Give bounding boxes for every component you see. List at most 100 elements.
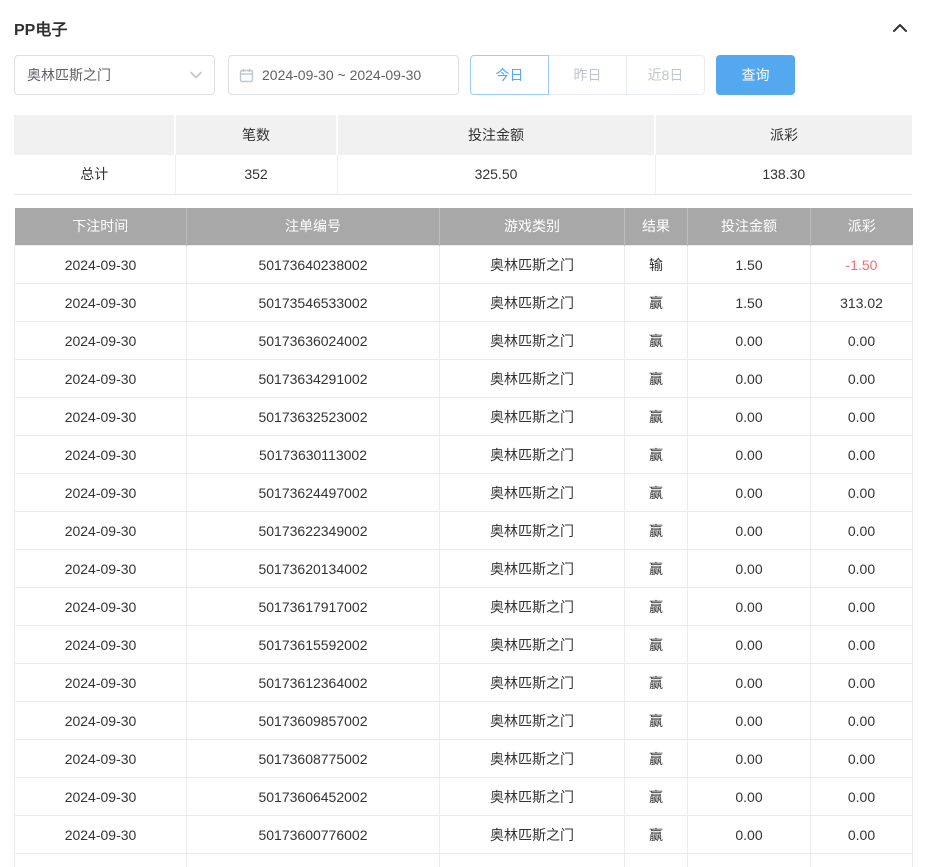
table-cell: 0.00 bbox=[688, 322, 811, 360]
table-cell: 赢 bbox=[625, 664, 688, 702]
game-select-value: 奥林匹斯之门 bbox=[27, 65, 111, 85]
table-cell: -1.50 bbox=[811, 246, 913, 284]
game-select[interactable]: 奥林匹斯之门 bbox=[14, 55, 215, 95]
table-cell: 0.00 bbox=[688, 436, 811, 474]
table-row: 2024-09-3050173640238002奥林匹斯之门输1.50-1.50 bbox=[15, 246, 913, 284]
table-row: 2024-09-3050173622349002奥林匹斯之门赢0.000.00 bbox=[15, 512, 913, 550]
table-cell: 0.00 bbox=[811, 702, 913, 740]
table-cell: 2024-09-30 bbox=[15, 512, 187, 550]
panel-header: PP电子 bbox=[14, 14, 912, 42]
table-cell bbox=[15, 854, 187, 867]
summary-total-label: 总计 bbox=[14, 155, 175, 194]
table-cell: 50173630113002 bbox=[187, 436, 440, 474]
table-cell: 50173622349002 bbox=[187, 512, 440, 550]
table-cell: 50173546533002 bbox=[187, 284, 440, 322]
table-cell: 50173632523002 bbox=[187, 398, 440, 436]
table-cell: 50173615592002 bbox=[187, 626, 440, 664]
table-cell: 赢 bbox=[625, 398, 688, 436]
quick-range-yesterday-button[interactable]: 昨日 bbox=[548, 55, 627, 95]
table-cell: 0.00 bbox=[811, 474, 913, 512]
bet-records-table: 下注时间 注单编号 游戏类别 结果 投注金额 派彩 2024-09-305017… bbox=[14, 208, 913, 867]
table-cell: 50173624497002 bbox=[187, 474, 440, 512]
table-row: 2024-09-3050173608775002奥林匹斯之门赢0.000.00 bbox=[15, 740, 913, 778]
col-header-payout: 派彩 bbox=[811, 208, 913, 246]
table-cell: 0.00 bbox=[688, 512, 811, 550]
table-cell: 奥林匹斯之门 bbox=[440, 474, 625, 512]
summary-total-bet-amount: 325.50 bbox=[337, 155, 655, 194]
table-cell: 2024-09-30 bbox=[15, 816, 187, 854]
summary-total-payout: 138.30 bbox=[655, 155, 912, 194]
table-cell: 0.00 bbox=[811, 322, 913, 360]
table-cell: 奥林匹斯之门 bbox=[440, 436, 625, 474]
table-cell: 0.00 bbox=[688, 702, 811, 740]
table-cell: 2024-09-30 bbox=[15, 360, 187, 398]
summary-table: 笔数 投注金额 派彩 总计 352 325.50 138.30 bbox=[14, 115, 912, 195]
table-cell: 奥林匹斯之门 bbox=[440, 550, 625, 588]
table-cell: 0.00 bbox=[688, 550, 811, 588]
bet-table-header-row: 下注时间 注单编号 游戏类别 结果 投注金额 派彩 bbox=[15, 208, 913, 246]
table-row: 2024-09-3050173600776002奥林匹斯之门赢0.000.00 bbox=[15, 816, 913, 854]
summary-header-bet-amount: 投注金额 bbox=[337, 115, 655, 155]
table-cell: 奥林匹斯之门 bbox=[440, 816, 625, 854]
table-cell: 输 bbox=[625, 246, 688, 284]
table-cell: 赢 bbox=[625, 626, 688, 664]
table-cell: 313.02 bbox=[811, 284, 913, 322]
table-row: 2024-09-3050173606452002奥林匹斯之门赢0.000.00 bbox=[15, 778, 913, 816]
table-row: 2024-09-3050173620134002奥林匹斯之门赢0.000.00 bbox=[15, 550, 913, 588]
table-cell: 奥林匹斯之门 bbox=[440, 626, 625, 664]
quick-range-group: 今日 昨日 近8日 bbox=[470, 55, 705, 95]
quick-range-today-button[interactable]: 今日 bbox=[470, 55, 549, 95]
col-header-bet-time: 下注时间 bbox=[15, 208, 187, 246]
table-cell: 50173608775002 bbox=[187, 740, 440, 778]
date-range-input[interactable]: 2024-09-30 ~ 2024-09-30 bbox=[228, 55, 459, 95]
table-row: 2024-09-3050173615592002奥林匹斯之门赢0.000.00 bbox=[15, 626, 913, 664]
table-cell: 0.00 bbox=[811, 360, 913, 398]
table-cell: 奥林匹斯之门 bbox=[440, 664, 625, 702]
table-cell: 赢 bbox=[625, 588, 688, 626]
table-cell: 0.00 bbox=[811, 436, 913, 474]
table-row-partial bbox=[15, 854, 913, 867]
table-cell: 奥林匹斯之门 bbox=[440, 360, 625, 398]
col-header-game-category: 游戏类别 bbox=[440, 208, 625, 246]
table-cell: 50173617917002 bbox=[187, 588, 440, 626]
table-cell bbox=[625, 854, 688, 867]
table-cell: 0.00 bbox=[811, 588, 913, 626]
table-cell: 0.00 bbox=[688, 474, 811, 512]
table-cell: 0.00 bbox=[811, 626, 913, 664]
table-cell: 奥林匹斯之门 bbox=[440, 778, 625, 816]
collapse-panel-button[interactable] bbox=[888, 18, 912, 38]
table-cell: 2024-09-30 bbox=[15, 246, 187, 284]
table-cell: 2024-09-30 bbox=[15, 398, 187, 436]
table-cell: 奥林匹斯之门 bbox=[440, 246, 625, 284]
table-cell: 0.00 bbox=[811, 512, 913, 550]
summary-total-row: 总计 352 325.50 138.30 bbox=[14, 155, 912, 194]
table-cell: 1.50 bbox=[688, 246, 811, 284]
table-cell: 50173609857002 bbox=[187, 702, 440, 740]
date-range-value: 2024-09-30 ~ 2024-09-30 bbox=[262, 67, 421, 83]
search-button[interactable]: 查询 bbox=[716, 55, 795, 95]
table-cell: 赢 bbox=[625, 322, 688, 360]
table-cell: 2024-09-30 bbox=[15, 588, 187, 626]
table-cell: 0.00 bbox=[688, 778, 811, 816]
table-row: 2024-09-3050173609857002奥林匹斯之门赢0.000.00 bbox=[15, 702, 913, 740]
table-cell: 50173620134002 bbox=[187, 550, 440, 588]
table-cell: 赢 bbox=[625, 512, 688, 550]
table-cell: 赢 bbox=[625, 778, 688, 816]
table-cell: 赢 bbox=[625, 740, 688, 778]
table-cell: 0.00 bbox=[811, 778, 913, 816]
table-cell: 奥林匹斯之门 bbox=[440, 702, 625, 740]
chevron-down-icon bbox=[190, 71, 202, 79]
table-cell: 0.00 bbox=[688, 398, 811, 436]
summary-header-empty bbox=[14, 115, 175, 155]
table-cell: 赢 bbox=[625, 284, 688, 322]
table-row: 2024-09-3050173630113002奥林匹斯之门赢0.000.00 bbox=[15, 436, 913, 474]
table-cell: 0.00 bbox=[688, 360, 811, 398]
table-cell: 0.00 bbox=[688, 740, 811, 778]
table-cell: 0.00 bbox=[811, 398, 913, 436]
table-cell: 2024-09-30 bbox=[15, 436, 187, 474]
quick-range-last8days-button[interactable]: 近8日 bbox=[626, 55, 705, 95]
table-cell: 2024-09-30 bbox=[15, 550, 187, 588]
table-row: 2024-09-3050173634291002奥林匹斯之门赢0.000.00 bbox=[15, 360, 913, 398]
table-cell: 赢 bbox=[625, 702, 688, 740]
table-cell: 2024-09-30 bbox=[15, 664, 187, 702]
